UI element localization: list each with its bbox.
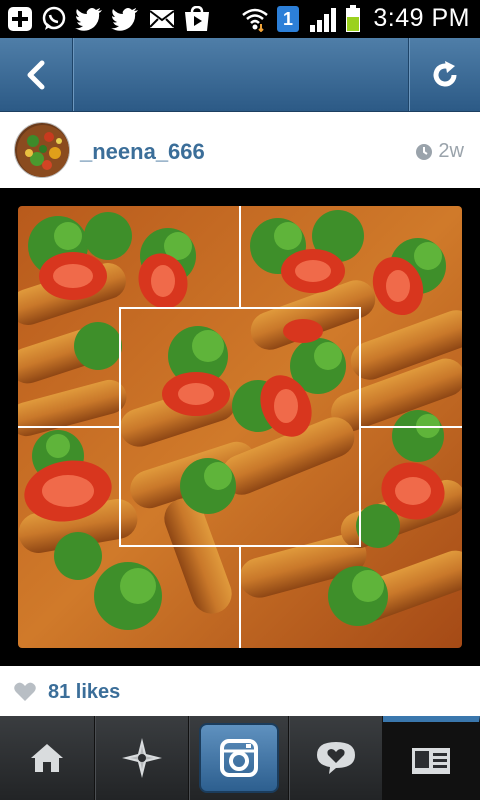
status-time: 3:49 PM — [373, 4, 470, 32]
twitter-icon — [74, 6, 104, 32]
refresh-button[interactable] — [408, 38, 480, 111]
tab-home[interactable] — [0, 716, 95, 800]
refresh-icon — [433, 60, 456, 86]
tab-news[interactable] — [289, 716, 383, 800]
camera-button[interactable] — [198, 723, 279, 793]
username-link[interactable]: _neena_666 — [80, 139, 205, 165]
wifi-icon — [240, 6, 270, 32]
post-time: 2w — [416, 140, 464, 163]
speech-heart-icon — [316, 742, 355, 774]
likes-bar: 81 likes — [0, 666, 480, 716]
chevron-left-icon — [27, 60, 45, 89]
signal-icon — [308, 6, 340, 32]
explore-star-icon — [121, 738, 162, 778]
play-store-icon — [182, 6, 212, 32]
notification-badge-icon: 1 — [276, 6, 300, 32]
status-bar: 1 3:49 PM — [0, 0, 480, 38]
top-nav-bar — [0, 38, 480, 112]
home-icon — [31, 744, 63, 772]
back-button[interactable] — [0, 38, 73, 111]
post-photo[interactable] — [18, 206, 462, 648]
post-header: _neena_666 2w — [0, 112, 480, 188]
photo-container — [0, 188, 480, 666]
avatar[interactable] — [14, 122, 70, 178]
clock-icon — [416, 143, 433, 160]
tab-explore[interactable] — [95, 716, 189, 800]
post-time-label: 2w — [438, 140, 464, 162]
whatsapp-icon — [40, 6, 68, 32]
mail-icon — [148, 6, 176, 32]
add-icon — [6, 6, 34, 32]
camera-icon — [219, 739, 258, 777]
twitter-icon-2 — [110, 6, 140, 32]
heart-icon[interactable] — [14, 682, 36, 702]
tab-profile[interactable] — [383, 716, 480, 800]
notification-count: 1 — [277, 6, 299, 32]
tab-camera[interactable] — [189, 716, 289, 800]
battery-icon — [344, 5, 362, 32]
profile-card-icon — [412, 748, 450, 774]
bottom-tab-bar — [0, 716, 480, 800]
likes-count[interactable]: 81 likes — [48, 681, 120, 704]
